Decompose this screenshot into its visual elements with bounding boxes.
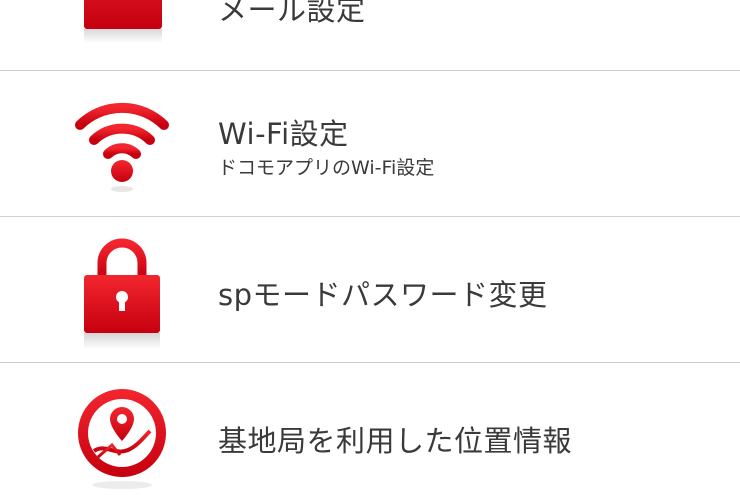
location-pin-icon	[72, 385, 172, 495]
lock-icon	[72, 235, 172, 349]
settings-item-wifi[interactable]: Wi-Fi設定 ドコモアプリのWi-Fi設定	[0, 71, 740, 216]
wifi-icon	[72, 95, 172, 205]
envelope-icon	[72, 0, 172, 45]
settings-list: メール設定 Wi-Fi設定 ドコモアプリのWi-Fi設定 spモードパスワード変…	[0, 0, 740, 493]
settings-item-password[interactable]: spモードパスワード変更	[0, 217, 740, 362]
settings-item-label: spモードパスワード変更	[218, 278, 548, 312]
settings-item-label: メール設定	[218, 0, 366, 27]
settings-item-mail[interactable]: メール設定	[0, 0, 740, 70]
settings-item-sublabel: ドコモアプリのWi-Fi設定	[218, 157, 435, 179]
settings-item-label: Wi-Fi設定	[218, 117, 349, 151]
settings-item-location[interactable]: 基地局を利用した位置情報	[0, 363, 740, 493]
settings-item-label: 基地局を利用した位置情報	[218, 424, 573, 458]
